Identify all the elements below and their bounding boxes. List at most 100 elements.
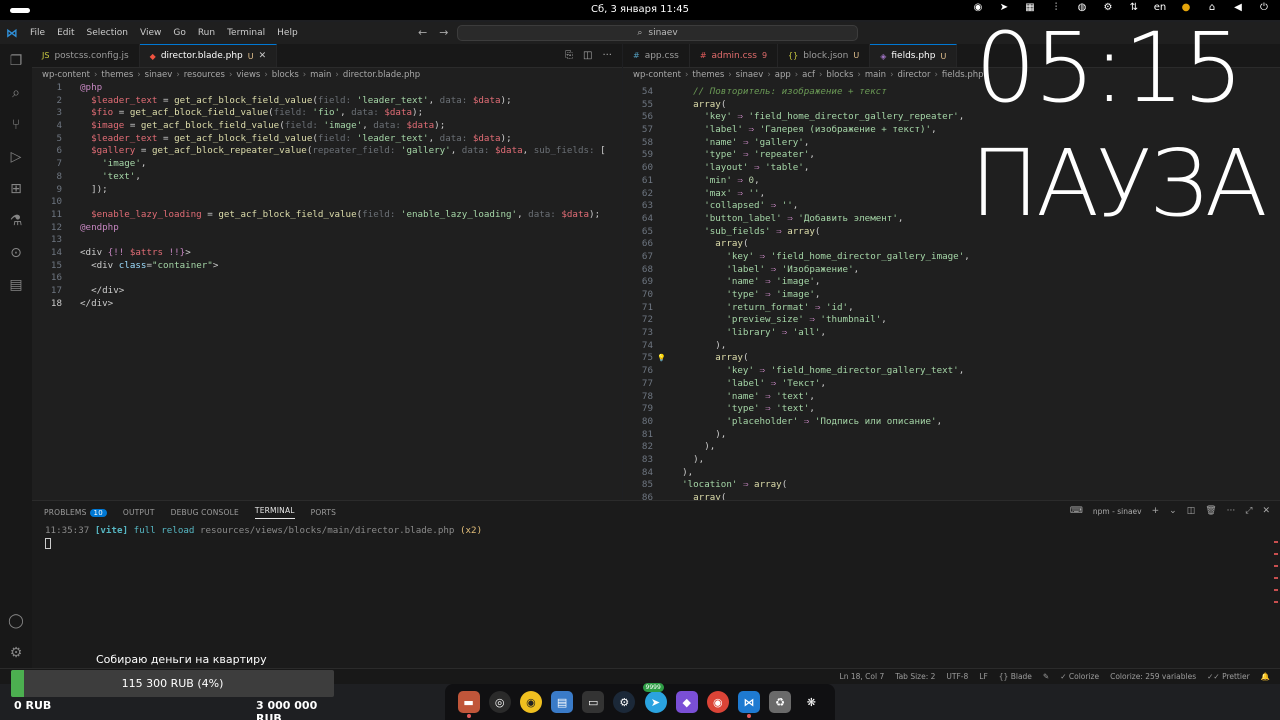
- telegram-icon[interactable]: ➤ 9999: [642, 683, 667, 713]
- more-actions-icon[interactable]: ···: [602, 50, 612, 61]
- breadcrumb-item[interactable]: director.blade.php: [343, 70, 420, 80]
- breadcrumb-item[interactable]: views: [236, 70, 260, 80]
- rhythmbox-icon[interactable]: ◉: [519, 691, 542, 713]
- code-line[interactable]: 74 ),: [623, 340, 1280, 353]
- database-icon[interactable]: ▤: [7, 276, 25, 294]
- code-line[interactable]: 18 </div>: [32, 298, 622, 311]
- code-line[interactable]: 1 @php: [32, 82, 622, 95]
- breadcrumb-item[interactable]: main: [310, 70, 331, 80]
- close-panel-icon[interactable]: ✕: [1262, 506, 1270, 516]
- breadcrumb-item[interactable]: wp-content: [633, 70, 681, 80]
- obs-icon[interactable]: ◎: [488, 691, 511, 713]
- tab-problems[interactable]: PROBLEMS 10: [44, 508, 107, 517]
- close-icon[interactable]: ✕: [259, 51, 267, 61]
- search-icon[interactable]: ⌕: [7, 84, 25, 102]
- code-line[interactable]: 17 </div>: [32, 285, 622, 298]
- end-of-line[interactable]: LF: [979, 672, 988, 681]
- code-line[interactable]: 66 array(: [623, 238, 1280, 251]
- text-editor-icon[interactable]: ▤: [551, 691, 574, 713]
- tab-block-json[interactable]: {} block.json U: [778, 44, 871, 67]
- trash-icon[interactable]: 🗑: [1205, 506, 1216, 516]
- code-line[interactable]: 4 $image = get_acf_block_field_value(fie…: [32, 120, 622, 133]
- trash-icon[interactable]: ♻: [769, 691, 792, 713]
- encoding[interactable]: UTF-8: [946, 672, 968, 681]
- code-line[interactable]: 70 'type' ⇒ 'image',: [623, 289, 1280, 302]
- code-line[interactable]: 12 @endphp: [32, 222, 622, 235]
- split-terminal-icon[interactable]: ◫: [1187, 506, 1196, 516]
- explorer-icon[interactable]: ❐: [7, 52, 25, 70]
- code-line[interactable]: 72 'preview_size' ⇒ 'thumbnail',: [623, 314, 1280, 327]
- breadcrumb-item[interactable]: blocks: [272, 70, 299, 80]
- code-line[interactable]: 75 💡 array(: [623, 352, 1280, 365]
- code-line[interactable]: 3 $fio = get_acf_block_field_value(field…: [32, 107, 622, 120]
- tab-size[interactable]: Tab Size: 2: [895, 672, 935, 681]
- breadcrumb-item[interactable]: sinaev: [145, 70, 173, 80]
- breadcrumb-item[interactable]: resources: [184, 70, 225, 80]
- tab-app-css[interactable]: # app.css: [623, 44, 690, 67]
- code-line[interactable]: 6 $gallery = get_acf_block_repeater_valu…: [32, 145, 622, 158]
- tab-debug-console[interactable]: DEBUG CONSOLE: [171, 508, 239, 517]
- source-control-icon[interactable]: ⑂: [7, 116, 25, 134]
- chrome-icon[interactable]: ◉: [706, 691, 729, 713]
- code-line[interactable]: 71 'return_format' ⇒ 'id',: [623, 302, 1280, 315]
- code-line[interactable]: 68 'label' ⇒ 'Изображение',: [623, 264, 1280, 277]
- run-debug-icon[interactable]: ▷: [7, 148, 25, 166]
- terminal-icon[interactable]: ▭: [582, 691, 605, 713]
- tab-postcss-config[interactable]: JS postcss.config.js: [32, 44, 140, 67]
- code-line[interactable]: 16: [32, 272, 622, 285]
- chevron-down-icon[interactable]: ⌄: [1169, 506, 1177, 516]
- maximize-panel-icon[interactable]: ⤢: [1245, 506, 1252, 516]
- code-line[interactable]: 83 ),: [623, 454, 1280, 467]
- tab-ports[interactable]: PORTS: [311, 508, 336, 517]
- code-line[interactable]: 14 <div {!! $attrs !!}>: [32, 247, 622, 260]
- code-line[interactable]: 13: [32, 234, 622, 247]
- steam-icon[interactable]: ⚙: [613, 691, 636, 713]
- code-line[interactable]: 78 'name' ⇒ 'text',: [623, 391, 1280, 404]
- command-center-search[interactable]: ⌕ sinaev: [457, 25, 858, 41]
- wrench-icon[interactable]: ✎: [1043, 672, 1049, 681]
- obsidian-icon[interactable]: ◆: [675, 691, 698, 713]
- notifications-bell-icon[interactable]: 🔔: [1261, 672, 1270, 681]
- apps-grid-icon[interactable]: ❋: [800, 691, 823, 713]
- new-terminal-icon[interactable]: +: [1152, 506, 1160, 516]
- vscode-icon[interactable]: ⋈: [737, 691, 760, 718]
- code-line[interactable]: 67 'key' ⇒ 'field_home_director_gallery_…: [623, 251, 1280, 264]
- cursor-position[interactable]: Ln 18, Col 7: [840, 672, 885, 681]
- breadcrumb-item[interactable]: themes: [101, 70, 133, 80]
- code-line[interactable]: 79 'type' ⇒ 'text',: [623, 403, 1280, 416]
- code-line[interactable]: 85 'location' ⇒ array(: [623, 479, 1280, 492]
- menu-edit[interactable]: Edit: [51, 28, 80, 38]
- breadcrumb-item[interactable]: blocks: [826, 70, 853, 80]
- prettier-status[interactable]: ✓✓ Prettier: [1207, 672, 1250, 681]
- breadcrumb-item[interactable]: sinaev: [736, 70, 764, 80]
- code-editor-left[interactable]: 1 @php 2 $leader_text = get_acf_block_fiel…: [32, 82, 622, 310]
- tab-terminal[interactable]: TERMINAL: [254, 506, 295, 519]
- tab-director-blade[interactable]: ◆ director.blade.php U ✕: [139, 44, 278, 67]
- breadcrumb-item[interactable]: wp-content: [42, 70, 90, 80]
- open-changes-icon[interactable]: ⎘: [565, 50, 573, 61]
- code-line[interactable]: 80 'placeholder' ⇒ 'Подпись или описание…: [623, 416, 1280, 429]
- breadcrumb-item[interactable]: main: [865, 70, 886, 80]
- menu-run[interactable]: Run: [192, 28, 221, 38]
- code-line[interactable]: 5 $leader_text = get_acf_block_field_val…: [32, 133, 622, 146]
- terminal-output[interactable]: 11:35:37 [vite] full reload resources/vi…: [32, 525, 1280, 552]
- account-icon[interactable]: ◯: [7, 612, 25, 630]
- code-line[interactable]: 15 <div class="container">: [32, 260, 622, 273]
- tab-output[interactable]: OUTPUT: [123, 508, 155, 517]
- colorize-variables[interactable]: Colorize: 259 variables: [1110, 672, 1196, 681]
- code-line[interactable]: 82 ),: [623, 441, 1280, 454]
- menu-file[interactable]: File: [24, 28, 51, 38]
- forward-arrow-icon[interactable]: →: [439, 26, 448, 39]
- code-line[interactable]: 69 'name' ⇒ 'image',: [623, 276, 1280, 289]
- code-line[interactable]: 10: [32, 196, 622, 209]
- tab-admin-css[interactable]: # admin.css 9: [690, 44, 779, 67]
- code-line[interactable]: 9 ]);: [32, 184, 622, 197]
- back-arrow-icon[interactable]: ←: [418, 26, 427, 39]
- terminal-name[interactable]: npm - sinaev: [1093, 507, 1142, 516]
- more-actions-icon[interactable]: ···: [1227, 506, 1236, 516]
- colorize-status[interactable]: ✓ Colorize: [1060, 672, 1099, 681]
- menu-view[interactable]: View: [134, 28, 167, 38]
- extensions-icon[interactable]: ⊞: [7, 180, 25, 198]
- split-editor-icon[interactable]: ◫: [583, 50, 592, 61]
- menu-go[interactable]: Go: [167, 28, 191, 38]
